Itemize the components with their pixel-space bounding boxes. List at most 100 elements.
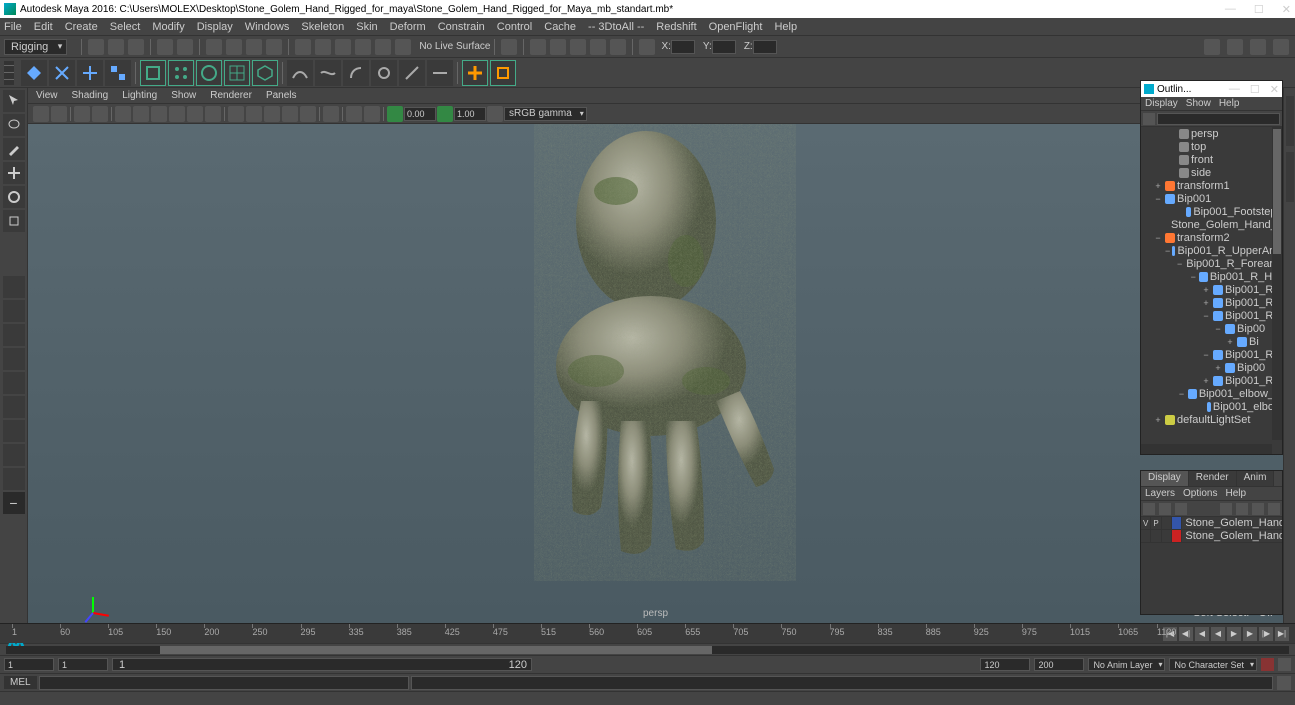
layer-icon-3[interactable] (1175, 503, 1187, 515)
z-input[interactable] (753, 40, 777, 54)
layer-color-swatch[interactable] (1172, 530, 1182, 542)
prefs-icon[interactable] (1278, 658, 1291, 671)
layer-vis-cell[interactable] (1162, 530, 1172, 542)
outliner-item[interactable]: −Bip00 (1141, 322, 1282, 335)
menu-constrain[interactable]: Constrain (438, 21, 485, 33)
layer-icon-5[interactable] (1236, 503, 1248, 515)
outliner-menu-show[interactable]: Show (1186, 98, 1211, 109)
menu-openflight[interactable]: OpenFlight (709, 21, 763, 33)
outliner-item[interactable]: Stone_Golem_Hand_Rigg (1141, 218, 1282, 231)
time-slider[interactable]: 1601051502002502953353854254755155606056… (0, 623, 1295, 643)
outliner-item[interactable]: +Bi (1141, 335, 1282, 348)
view-select-camera-icon[interactable] (33, 106, 49, 122)
layout-add[interactable]: − (3, 492, 25, 514)
shelf-tool-16[interactable] (462, 60, 488, 86)
viewport-3d[interactable]: persp Symmetry: Off Soft Select: Off (28, 124, 1283, 623)
outliner-close[interactable]: ✕ (1270, 83, 1279, 96)
expand-icon[interactable]: + (1201, 285, 1211, 295)
outliner-item[interactable]: −transform2 (1141, 231, 1282, 244)
select-tool[interactable] (3, 90, 25, 112)
snap-grid-icon[interactable] (295, 39, 311, 55)
viewmenu-renderer[interactable]: Renderer (210, 90, 252, 101)
paint-select-tool[interactable] (3, 138, 25, 160)
layer-menu-options[interactable]: Options (1183, 488, 1217, 499)
undo-icon[interactable] (157, 39, 173, 55)
step-fwd-key-button[interactable]: |▶ (1259, 627, 1273, 641)
view-textured-icon[interactable] (264, 106, 280, 122)
view-grid-icon[interactable] (115, 106, 131, 122)
expand-icon[interactable]: − (1177, 389, 1186, 399)
scale-tool[interactable] (3, 210, 25, 232)
view-film-gate-icon[interactable] (133, 106, 149, 122)
construction-history-icon[interactable] (501, 39, 517, 55)
view-image-plane-icon[interactable] (92, 106, 108, 122)
menu-skin[interactable]: Skin (356, 21, 377, 33)
layer-icon-1[interactable] (1143, 503, 1155, 515)
layer-icon-4[interactable] (1220, 503, 1232, 515)
shelf-tool-3[interactable] (77, 60, 103, 86)
anim-layer-dropdown[interactable]: No Anim Layer (1088, 658, 1165, 671)
shelf-tool-4[interactable] (105, 60, 131, 86)
expand-icon[interactable]: + (1153, 415, 1163, 425)
outliner-item[interactable]: Bip001_elbow (1141, 400, 1282, 413)
shelf-tool-5[interactable] (140, 60, 166, 86)
attribute-editor-icon[interactable] (1227, 39, 1243, 55)
rotate-tool[interactable] (3, 186, 25, 208)
shelf-tabs-handle[interactable] (4, 61, 14, 85)
exposure-input[interactable]: 0.00 (404, 107, 436, 121)
outliner-scrollbar-v[interactable] (1272, 127, 1282, 440)
menu-display[interactable]: Display (197, 21, 233, 33)
outliner-item[interactable]: front (1141, 153, 1282, 166)
time-slider-track[interactable]: 1601051502002502953353854254755155606056… (12, 624, 1157, 643)
menu-skeleton[interactable]: Skeleton (301, 21, 344, 33)
menu-dtoall[interactable]: -- 3DtoAll -- (588, 21, 644, 33)
hypershade-icon[interactable] (610, 39, 626, 55)
layer-new-icon[interactable] (1268, 503, 1280, 515)
ipr-icon[interactable] (550, 39, 566, 55)
outliner-item[interactable]: −Bip001_R (1141, 348, 1282, 361)
shelf-tool-17[interactable] (490, 60, 516, 86)
outliner-item[interactable]: −Bip001_R_UpperArm (1141, 244, 1282, 257)
outliner-item[interactable]: +Bip00 (1141, 361, 1282, 374)
view-bookmark-icon[interactable] (74, 106, 90, 122)
shelf-tool-1[interactable] (21, 60, 47, 86)
play-start-input[interactable]: 1 (58, 658, 108, 671)
redo-icon[interactable] (177, 39, 193, 55)
shelf-tool-14[interactable] (399, 60, 425, 86)
expand-icon[interactable]: − (1165, 246, 1170, 256)
layer-menu-layers[interactable]: Layers (1145, 488, 1175, 499)
viewmenu-view[interactable]: View (36, 90, 58, 101)
gamma-input[interactable]: 1.00 (454, 107, 486, 121)
minimize-button[interactable]: — (1225, 3, 1236, 16)
snap-live-icon[interactable] (395, 39, 411, 55)
shelf-tool-2[interactable] (49, 60, 75, 86)
select-component-icon[interactable] (266, 39, 282, 55)
range-slider[interactable] (0, 643, 1295, 655)
tool-settings-icon[interactable] (1250, 39, 1266, 55)
layer-tab-render[interactable]: Render (1189, 471, 1237, 486)
play-back-button[interactable]: ◀ (1211, 627, 1225, 641)
expand-icon[interactable]: + (1153, 181, 1163, 191)
shelf-tool-10[interactable] (287, 60, 313, 86)
view-isolate-icon[interactable] (323, 106, 339, 122)
layout-custom1[interactable] (3, 420, 25, 442)
view-shadows-icon[interactable] (300, 106, 316, 122)
snap-plane-icon[interactable] (355, 39, 371, 55)
outliner-item[interactable]: side (1141, 166, 1282, 179)
select-object-icon[interactable] (246, 39, 262, 55)
step-fwd-button[interactable]: ▶ (1243, 627, 1257, 641)
outliner-item[interactable]: −Bip001_R (1141, 309, 1282, 322)
go-end-button[interactable]: ▶| (1275, 627, 1289, 641)
expand-icon[interactable]: + (1201, 298, 1211, 308)
channel-box-icon[interactable] (1273, 39, 1289, 55)
viewmenu-shading[interactable]: Shading (72, 90, 109, 101)
outliner-tree[interactable]: persptopfrontside+transform1−Bip001Bip00… (1141, 127, 1282, 454)
layout-three[interactable] (3, 396, 25, 418)
layer-color-swatch[interactable] (1172, 517, 1182, 529)
outliner-item[interactable]: −Bip001_R_Har (1141, 270, 1282, 283)
shelf-tool-15[interactable] (427, 60, 453, 86)
outliner-item[interactable]: +Bip001_R (1141, 296, 1282, 309)
layout-custom2[interactable] (3, 444, 25, 466)
layer-menu-help[interactable]: Help (1225, 488, 1246, 499)
close-button[interactable]: ✕ (1282, 3, 1291, 16)
